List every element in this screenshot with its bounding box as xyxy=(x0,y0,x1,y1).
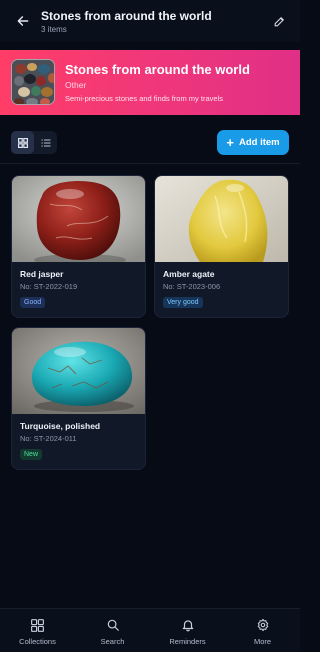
grid-icon xyxy=(30,617,46,633)
item-card[interactable]: Turquoise, polished No: ST-2024-011 New xyxy=(11,327,146,470)
search-icon xyxy=(105,617,121,633)
list-icon xyxy=(41,138,50,147)
list-view-button[interactable] xyxy=(34,131,57,154)
grid-icon xyxy=(17,137,28,148)
item-photo xyxy=(12,328,145,414)
app-bar: Stones from around the world 3 items xyxy=(0,0,300,42)
nav-label: Search xyxy=(100,637,125,646)
back-button[interactable] xyxy=(12,10,34,32)
item-card[interactable]: Amber agate No: ST-2023-006 Very good xyxy=(154,175,289,318)
condition-badge: Good xyxy=(20,297,46,308)
collection-banner: Stones from around the world Other Semi-… xyxy=(0,50,300,115)
item-name: Red jasper xyxy=(20,269,64,279)
item-card[interactable]: Red jasper No: ST-2022-019 Good xyxy=(11,175,146,318)
edit-button[interactable] xyxy=(270,12,288,30)
item-count: 3 items xyxy=(41,25,67,34)
bell-icon xyxy=(180,617,196,633)
collection-description: Semi-precious stones and finds from my t… xyxy=(65,94,223,103)
nav-item-search[interactable]: Search xyxy=(75,609,150,652)
arrow-left-icon xyxy=(17,16,29,26)
add-item-button[interactable]: + Add item xyxy=(217,130,289,155)
item-number: No: ST-2023-006 xyxy=(163,282,221,291)
condition-badge: Very good xyxy=(163,297,203,308)
pencil-icon xyxy=(274,16,284,26)
item-photo xyxy=(155,176,288,262)
item-number: No: ST-2022-019 xyxy=(20,282,78,291)
item-name: Turquoise, polished xyxy=(20,421,101,431)
nav-item-collections[interactable]: Collections xyxy=(0,609,75,652)
condition-badge: New xyxy=(20,449,43,460)
collection-thumbnail xyxy=(11,59,55,105)
view-toggle xyxy=(11,131,57,154)
collection-category: Other xyxy=(65,80,87,90)
nav-label: Reminders xyxy=(169,637,206,646)
nav-label: More xyxy=(253,637,272,646)
nav-item-reminders[interactable]: Reminders xyxy=(150,609,225,652)
item-name: Amber agate xyxy=(163,269,215,279)
add-item-label: Add item xyxy=(238,137,280,148)
nav-item-more[interactable]: More xyxy=(225,609,300,652)
item-photo xyxy=(12,176,145,262)
collection-toolbar: + Add item xyxy=(0,127,300,163)
grid-view-button[interactable] xyxy=(11,131,34,154)
plus-icon: + xyxy=(226,134,234,150)
bottom-navigation: Collections Search Reminders More xyxy=(0,608,300,652)
item-number: No: ST-2024-011 xyxy=(20,434,77,443)
nav-label: Collections xyxy=(19,637,56,646)
collection-title: Stones from around the world xyxy=(65,62,250,77)
gear-icon xyxy=(255,617,271,633)
divider xyxy=(0,163,300,164)
page-title: Stones from around the world xyxy=(41,9,212,23)
